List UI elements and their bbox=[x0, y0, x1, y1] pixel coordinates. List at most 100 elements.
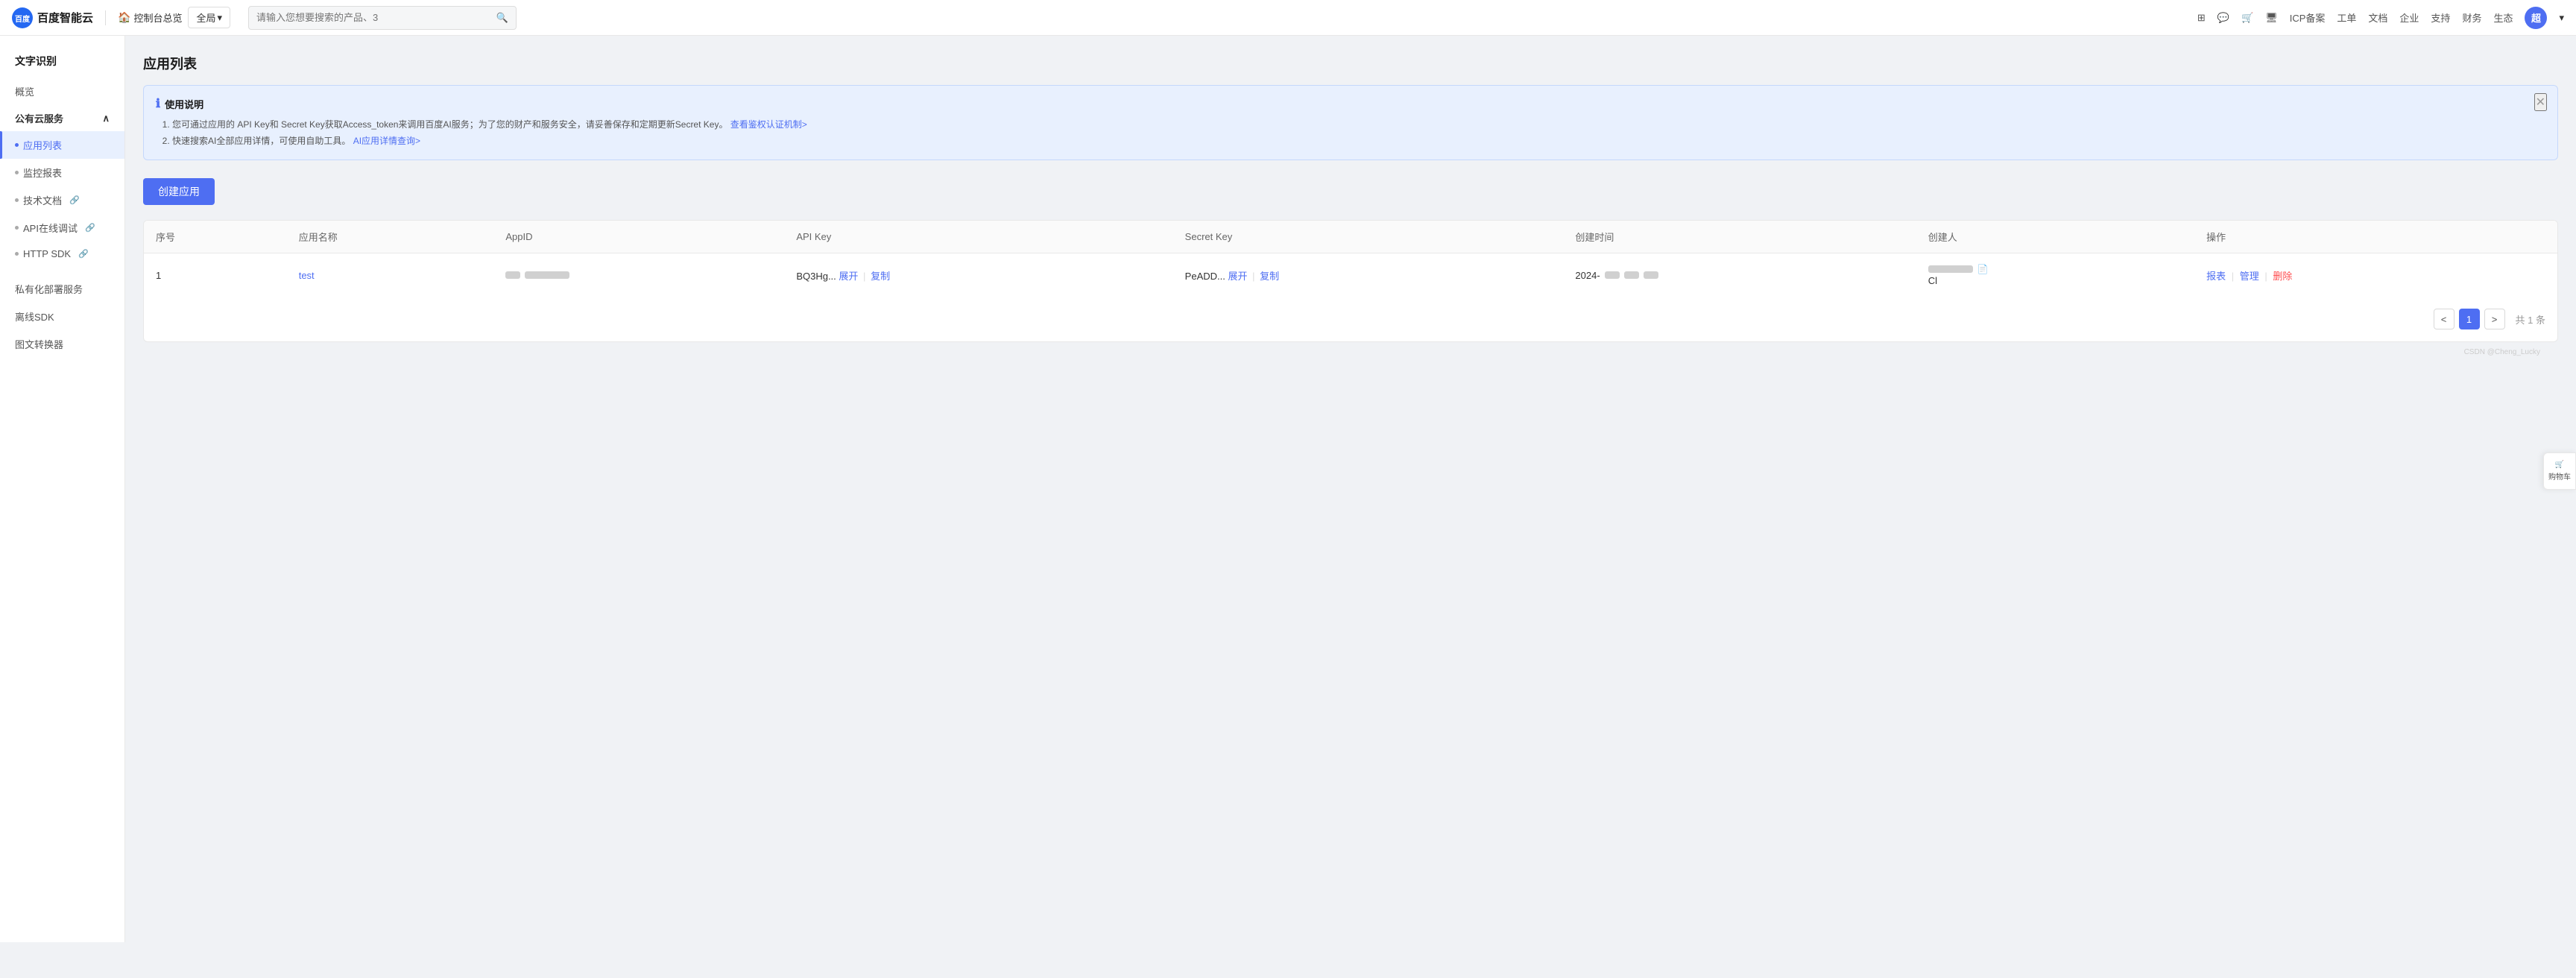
current-page-button[interactable]: 1 bbox=[2459, 309, 2480, 329]
watermark: CSDN @Cheng_Lucky bbox=[143, 342, 2558, 362]
sidebar-item-app-list[interactable]: 应用列表 bbox=[0, 131, 124, 159]
sidebar-label-app-list: 应用列表 bbox=[23, 138, 62, 152]
sidebar-label-http-sdk: HTTP SDK bbox=[23, 248, 71, 259]
apikey-sep: | bbox=[863, 271, 865, 282]
nav-divider bbox=[105, 10, 106, 25]
cart-icon[interactable]: 🛒 bbox=[2241, 12, 2253, 24]
screen-icon[interactable]: 🖥 bbox=[2265, 12, 2278, 24]
appid-mask-2 bbox=[525, 271, 569, 279]
dot-icon bbox=[15, 171, 19, 174]
sidebar-item-private-deploy[interactable]: 私有化部署服务 bbox=[0, 275, 124, 303]
cell-actions: 报表 | 管理 | 删除 bbox=[2194, 253, 2557, 297]
cell-secretkey: PeADD... 展开 | 复制 bbox=[1173, 253, 1564, 297]
ecosystem-link[interactable]: 生态 bbox=[2493, 10, 2513, 25]
notice-list: 您可通过应用的 API Key和 Secret Key获取Access_toke… bbox=[156, 117, 2545, 149]
scope-selector[interactable]: 全局 ▾ bbox=[188, 7, 230, 28]
avatar[interactable]: 超 bbox=[2525, 7, 2547, 29]
dot-icon bbox=[15, 252, 19, 256]
cell-created-time: 2024- bbox=[1563, 253, 1916, 297]
table-row: 1 test BQ3Hg... 展开 bbox=[144, 253, 2557, 297]
action-report-link[interactable]: 报表 bbox=[2206, 271, 2226, 282]
sidebar-item-monitor[interactable]: 监控报表 bbox=[0, 159, 124, 186]
table-body: 1 test BQ3Hg... 展开 bbox=[144, 253, 2557, 297]
enterprise-link[interactable]: 企业 bbox=[2399, 10, 2419, 25]
page-title: 应用列表 bbox=[143, 54, 2558, 73]
app-table: 序号 应用名称 AppID API Key Secret Key 创建时间 创建… bbox=[144, 221, 2557, 297]
col-name: 应用名称 bbox=[287, 221, 494, 253]
notice-line-1: 您可通过应用的 API Key和 Secret Key获取Access_toke… bbox=[172, 117, 2545, 133]
external-link-icon: 🔗 bbox=[78, 249, 89, 259]
cell-index: 1 bbox=[144, 253, 287, 297]
next-page-button[interactable]: > bbox=[2484, 309, 2505, 329]
secretkey-expand-link[interactable]: 展开 bbox=[1228, 271, 1247, 282]
app-name-link[interactable]: test bbox=[299, 270, 315, 281]
sidebar-label-private-deploy: 私有化部署服务 bbox=[15, 282, 83, 296]
time-mask-3 bbox=[1644, 271, 1658, 279]
sidebar-item-doc-converter[interactable]: 图文转换器 bbox=[0, 330, 124, 358]
action-delete-link[interactable]: 删除 bbox=[2273, 271, 2292, 282]
time-mask-1 bbox=[1605, 271, 1620, 279]
sidebar-item-offline-sdk[interactable]: 离线SDK bbox=[0, 303, 124, 330]
sidebar-item-overview[interactable]: 概览 bbox=[0, 78, 124, 105]
external-link-icon: 🔗 bbox=[85, 223, 95, 233]
notice-line-2: 快速搜索AI全部应用详情，可使用自助工具。 AI应用详情查询> bbox=[172, 133, 2545, 150]
avatar-dropdown-icon[interactable]: ▾ bbox=[2559, 12, 2564, 24]
notice-header: ℹ 使用说明 bbox=[156, 96, 2545, 111]
apikey-copy-link[interactable]: 复制 bbox=[871, 271, 890, 282]
icp-link[interactable]: ICP备案 bbox=[2290, 10, 2326, 25]
sidebar-item-http-sdk[interactable]: HTTP SDK 🔗 bbox=[0, 242, 124, 266]
dot-icon bbox=[15, 143, 19, 147]
secretkey-copy-link[interactable]: 复制 bbox=[1260, 271, 1279, 282]
app-query-link[interactable]: AI应用详情查询> bbox=[353, 136, 420, 146]
sidebar-label-doc-converter: 图文转换器 bbox=[15, 337, 63, 351]
brand-text: 百度智能云 bbox=[37, 10, 93, 25]
topnav-icons: ⊞ 💬 🛒 🖥 ICP备案 工单 文档 企业 支持 财务 生态 超 ▾ bbox=[2197, 7, 2564, 29]
action-manage-link[interactable]: 管理 bbox=[2240, 271, 2259, 282]
auth-link[interactable]: 查看鉴权认证机制> bbox=[730, 119, 807, 130]
logo[interactable]: 百度 百度智能云 bbox=[12, 7, 93, 28]
sidebar-section-cloud[interactable]: 公有云服务 ∧ bbox=[0, 105, 124, 131]
ticket-link[interactable]: 工单 bbox=[2337, 10, 2356, 25]
apps-icon[interactable]: ⊞ bbox=[2197, 12, 2206, 24]
col-apikey: API Key bbox=[784, 221, 1172, 253]
sidebar-label-api-debug: API在线调试 bbox=[23, 221, 78, 235]
sidebar: 文字识别 概览 公有云服务 ∧ 应用列表 监控报表 技术文档 🔗 API在线调试… bbox=[0, 36, 125, 942]
creator-mask-1 bbox=[1928, 265, 1973, 273]
sidebar-item-api-debug[interactable]: API在线调试 🔗 bbox=[0, 214, 124, 242]
apikey-expand-link[interactable]: 展开 bbox=[839, 271, 858, 282]
pagination: < 1 > 共 1 条 bbox=[144, 297, 2557, 341]
finance-link[interactable]: 财务 bbox=[2462, 10, 2481, 25]
cell-appid bbox=[493, 253, 784, 297]
sidebar-title: 文字识别 bbox=[0, 48, 124, 78]
cell-name: test bbox=[287, 253, 494, 297]
external-link-icon: 🔗 bbox=[69, 195, 80, 205]
sidebar-label-offline-sdk: 离线SDK bbox=[15, 309, 54, 324]
search-box[interactable]: 🔍 bbox=[248, 6, 517, 30]
prev-page-button[interactable]: < bbox=[2434, 309, 2455, 329]
support-link[interactable]: 支持 bbox=[2431, 10, 2450, 25]
svg-text:百度: 百度 bbox=[15, 14, 31, 24]
cell-apikey: BQ3Hg... 展开 | 复制 bbox=[784, 253, 1172, 297]
search-icon: 🔍 bbox=[496, 12, 508, 24]
app-table-container: 序号 应用名称 AppID API Key Secret Key 创建时间 创建… bbox=[143, 220, 2558, 342]
notice-box: ✕ ℹ 使用说明 您可通过应用的 API Key和 Secret Key获取Ac… bbox=[143, 85, 2558, 160]
create-app-button[interactable]: 创建应用 bbox=[143, 178, 215, 205]
topnav: 百度 百度智能云 🏠 控制台总览 全局 ▾ 🔍 ⊞ 💬 🛒 🖥 ICP备案 工单… bbox=[0, 0, 2576, 36]
message-icon[interactable]: 💬 bbox=[2217, 12, 2229, 24]
dot-icon bbox=[15, 198, 19, 202]
action-sep-1: | bbox=[2232, 271, 2234, 282]
sidebar-label-monitor: 监控报表 bbox=[23, 165, 62, 180]
dot-icon bbox=[15, 226, 19, 230]
sidebar-item-techdoc[interactable]: 技术文档 🔗 bbox=[0, 186, 124, 214]
layout: 文字识别 概览 公有云服务 ∧ 应用列表 监控报表 技术文档 🔗 API在线调试… bbox=[0, 36, 2576, 942]
main-content: 应用列表 ✕ ℹ 使用说明 您可通过应用的 API Key和 Secret Ke… bbox=[125, 36, 2576, 942]
docs-link[interactable]: 文档 bbox=[2368, 10, 2387, 25]
chevron-down-icon: ▾ bbox=[217, 12, 222, 24]
notice-close-button[interactable]: ✕ bbox=[2534, 93, 2547, 111]
col-creator: 创建人 bbox=[1916, 221, 2194, 253]
search-input[interactable] bbox=[256, 12, 496, 23]
float-cart-item[interactable]: 🛒 购物车 bbox=[2548, 461, 2571, 482]
console-link[interactable]: 🏠 控制台总览 bbox=[118, 10, 182, 25]
action-sep-2: | bbox=[2264, 271, 2267, 282]
cell-creator: 📄 Cl bbox=[1916, 253, 2194, 297]
